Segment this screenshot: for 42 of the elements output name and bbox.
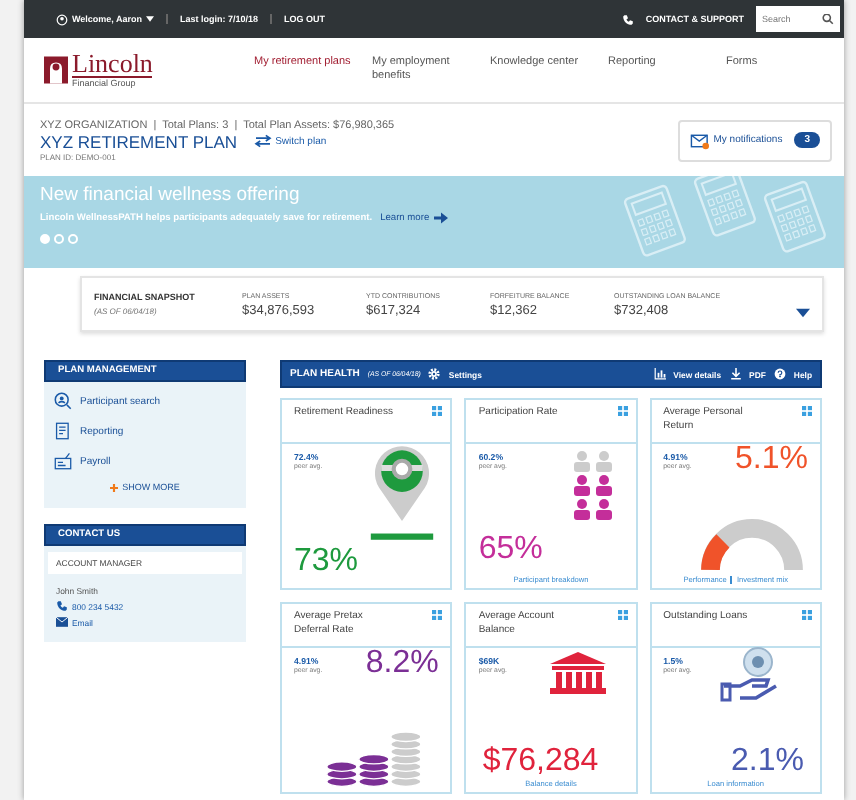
hand-coin-icon [720,646,780,706]
envelope-icon [689,131,710,149]
logo-name: Lincoln [72,52,153,78]
metric-value: 65% [478,532,543,568]
bank-icon [547,650,608,694]
phone-icon [56,600,68,612]
carousel-dot[interactable] [68,234,78,244]
settings-icon [428,368,441,380]
logo-icon [44,56,68,84]
user-icon [56,13,68,25]
document-icon [54,422,72,440]
carousel-dot[interactable] [40,234,50,244]
metric-value: $76,284 [482,744,599,780]
plus-icon [110,483,119,491]
grid-icon[interactable] [432,610,443,620]
caret-icon [146,16,155,22]
envelope-icon [56,616,68,628]
carousel-dot[interactable] [54,234,64,244]
payroll-icon [54,452,72,470]
people-icon [571,450,616,522]
grid-icon[interactable] [802,610,812,620]
metric-value: 73% [294,544,359,580]
map-pin-icon [370,442,435,546]
grid-icon[interactable] [617,406,628,416]
gauge-icon [699,518,804,572]
arrow-icon [433,212,448,224]
caret-icon[interactable] [796,307,810,317]
help-icon [773,368,786,380]
grid-icon[interactable] [617,610,628,620]
grid-icon[interactable] [802,406,812,416]
bar-chart-icon [653,368,666,380]
grid-icon[interactable] [432,406,443,416]
metric-value: 5.1% [735,442,808,478]
search-icon [816,6,840,32]
search-icon [54,392,72,410]
phone-icon [621,13,634,25]
download-icon [729,368,742,380]
metric-value: 2.1% [731,744,804,780]
metric-value: 8.2% [365,646,439,682]
banner-title: New financial wellness offering [40,184,302,206]
plan-name: XYZ RETIREMENT PLAN [40,131,238,151]
swap-arrows-icon [253,134,272,148]
